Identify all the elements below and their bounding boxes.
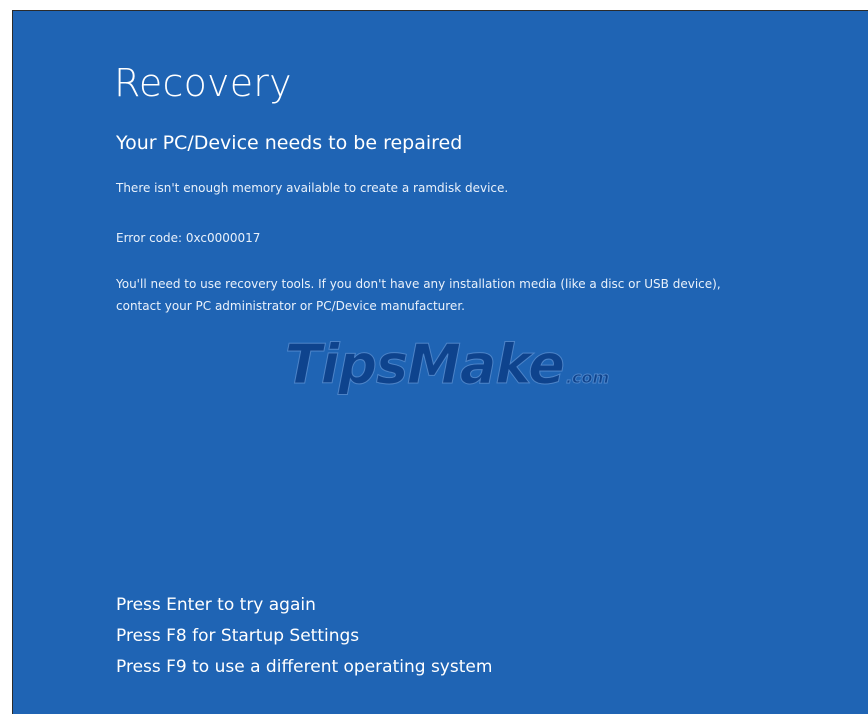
help-text: You'll need to use recovery tools. If yo… (116, 277, 721, 313)
recovery-screen: Recovery Your PC/Device needs to be repa… (12, 10, 868, 714)
error-code: Error code: 0xc0000017 (116, 231, 261, 245)
option-startup-settings: Press F8 for Startup Settings (116, 626, 360, 646)
watermark-main: TipsMake (285, 333, 566, 397)
watermark-suffix: .com (565, 368, 610, 388)
option-try-again: Press Enter to try again (116, 595, 316, 615)
error-message: There isn't enough memory available to c… (116, 181, 509, 195)
page-subtitle: Your PC/Device needs to be repaired (116, 132, 463, 154)
watermark-logo: TipsMake .com (285, 333, 610, 397)
page-title: Recovery (114, 61, 292, 105)
option-different-os: Press F9 to use a different operating sy… (116, 657, 493, 677)
